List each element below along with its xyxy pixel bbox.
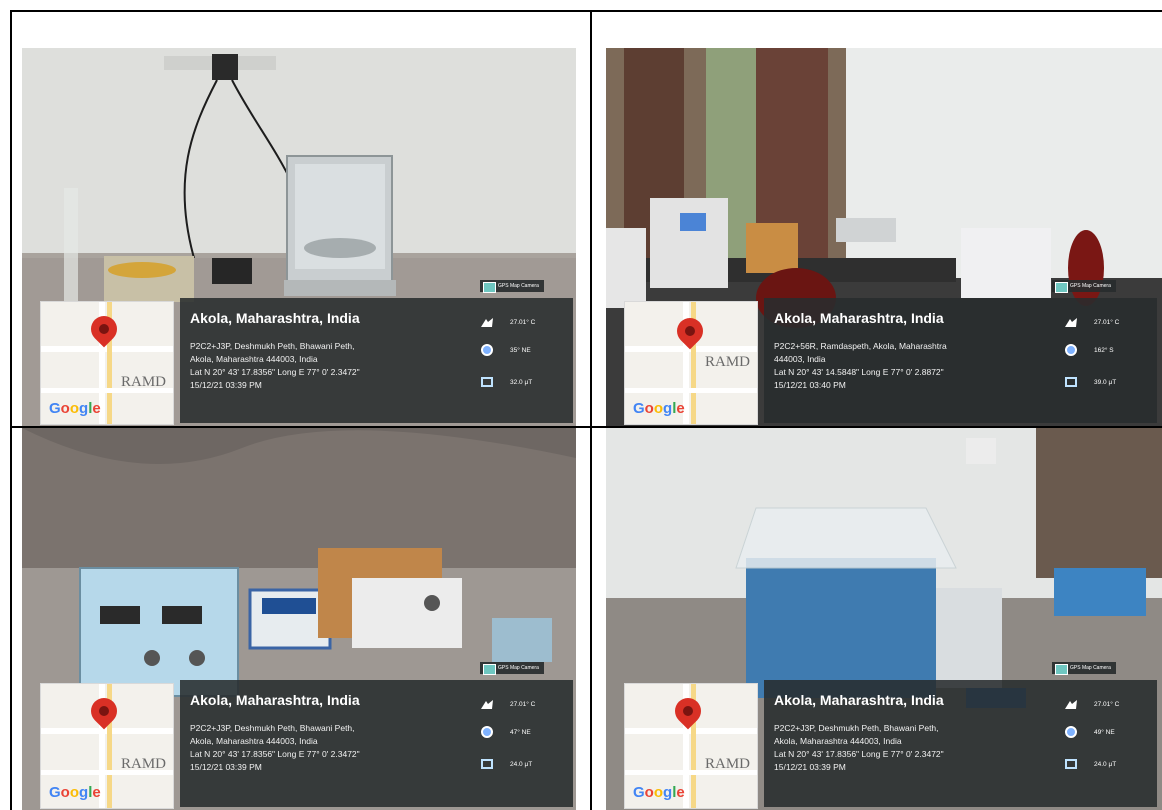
wind-icon bbox=[1065, 344, 1077, 356]
google-logo: Google bbox=[49, 784, 101, 801]
table-border-middle bbox=[590, 10, 592, 810]
map-thumbnail: RAMD Google bbox=[40, 683, 174, 809]
badge-label: GPS Map Camera bbox=[498, 283, 539, 289]
google-logo: Google bbox=[49, 400, 101, 417]
wind-value: 162° S bbox=[1094, 347, 1114, 354]
address-line-2: Akola, Maharashtra 444003, India bbox=[190, 354, 318, 364]
map-pin-icon bbox=[669, 692, 707, 730]
magnetic-field-icon bbox=[481, 759, 493, 769]
magnetic-value: 32.0 μT bbox=[510, 379, 533, 386]
temperature-icon bbox=[1065, 700, 1077, 709]
lat-long: Lat N 20° 43' 17.8356" Long E 77° 0' 2.3… bbox=[774, 749, 944, 759]
location-title: Akola, Maharashtra, India bbox=[774, 310, 944, 326]
google-logo: Google bbox=[633, 400, 685, 417]
temperature-value: 27.01° C bbox=[510, 701, 536, 708]
table-border-top bbox=[10, 10, 1162, 12]
map-label: RAMD bbox=[705, 756, 751, 772]
google-logo: Google bbox=[633, 784, 685, 801]
gps-camera-badge: GPS Map Camera bbox=[1052, 662, 1116, 675]
address-line-1: P2C2+56R, Ramdaspeth, Akola, Maharashtra bbox=[774, 341, 947, 351]
magnetic-field-icon bbox=[481, 377, 493, 387]
map-thumbnail: RAMD Google bbox=[624, 301, 758, 425]
map-pin-icon bbox=[85, 310, 123, 348]
temperature-icon bbox=[1065, 318, 1077, 327]
date-time: 15/12/21 03:39 PM bbox=[190, 380, 262, 390]
gps-camera-badge: GPS Map Camera bbox=[480, 280, 544, 293]
magnetic-value: 39.0 μT bbox=[1094, 379, 1117, 386]
lat-long: Lat N 20° 43' 17.8356" Long E 77° 0' 2.3… bbox=[190, 749, 360, 759]
wind-icon bbox=[1065, 726, 1077, 738]
magnetic-value: 24.0 μT bbox=[1094, 761, 1117, 768]
temperature-value: 27.01° C bbox=[510, 319, 536, 326]
temperature-icon bbox=[481, 700, 493, 709]
map-pin-icon bbox=[85, 692, 123, 730]
address-line-1: P2C2+J3P, Deshmukh Peth, Bhawani Peth, bbox=[774, 723, 939, 733]
temperature-icon bbox=[481, 318, 493, 327]
map-label: RAMD bbox=[121, 374, 167, 390]
map-label: RAMD bbox=[121, 756, 167, 772]
camera-app-icon bbox=[483, 282, 496, 293]
location-info-panel: Akola, Maharashtra, India P2C2+56R, Ramd… bbox=[764, 298, 1157, 423]
wind-value: 49° NE bbox=[1094, 729, 1115, 736]
photo-grid-table: RAMD Google GPS Map Camera Akola, Mahara… bbox=[10, 10, 1162, 810]
date-time: 15/12/21 03:40 PM bbox=[774, 380, 846, 390]
camera-app-icon bbox=[1055, 282, 1068, 293]
table-border-left bbox=[10, 10, 12, 810]
badge-label: GPS Map Camera bbox=[1070, 283, 1111, 289]
map-label: RAMD bbox=[705, 354, 751, 370]
camera-app-icon bbox=[483, 664, 496, 675]
magnetic-field-icon bbox=[1065, 377, 1077, 387]
temperature-value: 27.01° C bbox=[1094, 319, 1120, 326]
location-info-panel: Akola, Maharashtra, India P2C2+J3P, Desh… bbox=[180, 298, 573, 423]
address-line-1: P2C2+J3P, Deshmukh Peth, Bhawani Peth, bbox=[190, 341, 355, 351]
magnetic-value: 24.0 μT bbox=[510, 761, 533, 768]
map-pin-icon bbox=[671, 312, 709, 350]
magnetic-field-icon bbox=[1065, 759, 1077, 769]
photo-cell-2: RAMD Google GPS Map Camera Akola, Mahara… bbox=[606, 48, 1162, 426]
wind-icon bbox=[481, 726, 493, 738]
photo-cell-1: RAMD Google GPS Map Camera Akola, Mahara… bbox=[22, 48, 576, 426]
location-title: Akola, Maharashtra, India bbox=[774, 692, 944, 708]
photo-cell-3: RAMD Google GPS Map Camera Akola, Mahara… bbox=[22, 428, 576, 810]
location-info-panel: Akola, Maharashtra, India P2C2+J3P, Desh… bbox=[180, 680, 573, 807]
wind-value: 47° NE bbox=[510, 729, 531, 736]
date-time: 15/12/21 03:39 PM bbox=[190, 762, 262, 772]
badge-label: GPS Map Camera bbox=[498, 665, 539, 671]
address-line-2: 444003, India bbox=[774, 354, 826, 364]
map-thumbnail: RAMD Google bbox=[624, 683, 758, 809]
wind-icon bbox=[481, 344, 493, 356]
camera-app-icon bbox=[1055, 664, 1068, 675]
address-line-2: Akola, Maharashtra 444003, India bbox=[774, 736, 902, 746]
gps-camera-badge: GPS Map Camera bbox=[480, 662, 544, 675]
temperature-value: 27.01° C bbox=[1094, 701, 1120, 708]
badge-label: GPS Map Camera bbox=[1070, 665, 1111, 671]
lat-long: Lat N 20° 43' 14.5848" Long E 77° 0' 2.8… bbox=[774, 367, 944, 377]
lat-long: Lat N 20° 43' 17.8356" Long E 77° 0' 2.3… bbox=[190, 367, 360, 377]
map-thumbnail: RAMD Google bbox=[40, 301, 174, 425]
wind-value: 35° NE bbox=[510, 347, 531, 354]
location-title: Akola, Maharashtra, India bbox=[190, 310, 360, 326]
gps-camera-badge: GPS Map Camera bbox=[1052, 280, 1116, 293]
location-info-panel: Akola, Maharashtra, India P2C2+J3P, Desh… bbox=[764, 680, 1157, 807]
address-line-2: Akola, Maharashtra 444003, India bbox=[190, 736, 318, 746]
date-time: 15/12/21 03:39 PM bbox=[774, 762, 846, 772]
location-title: Akola, Maharashtra, India bbox=[190, 692, 360, 708]
address-line-1: P2C2+J3P, Deshmukh Peth, Bhawani Peth, bbox=[190, 723, 355, 733]
photo-cell-4: RAMD Google GPS Map Camera Akola, Mahara… bbox=[606, 428, 1162, 810]
